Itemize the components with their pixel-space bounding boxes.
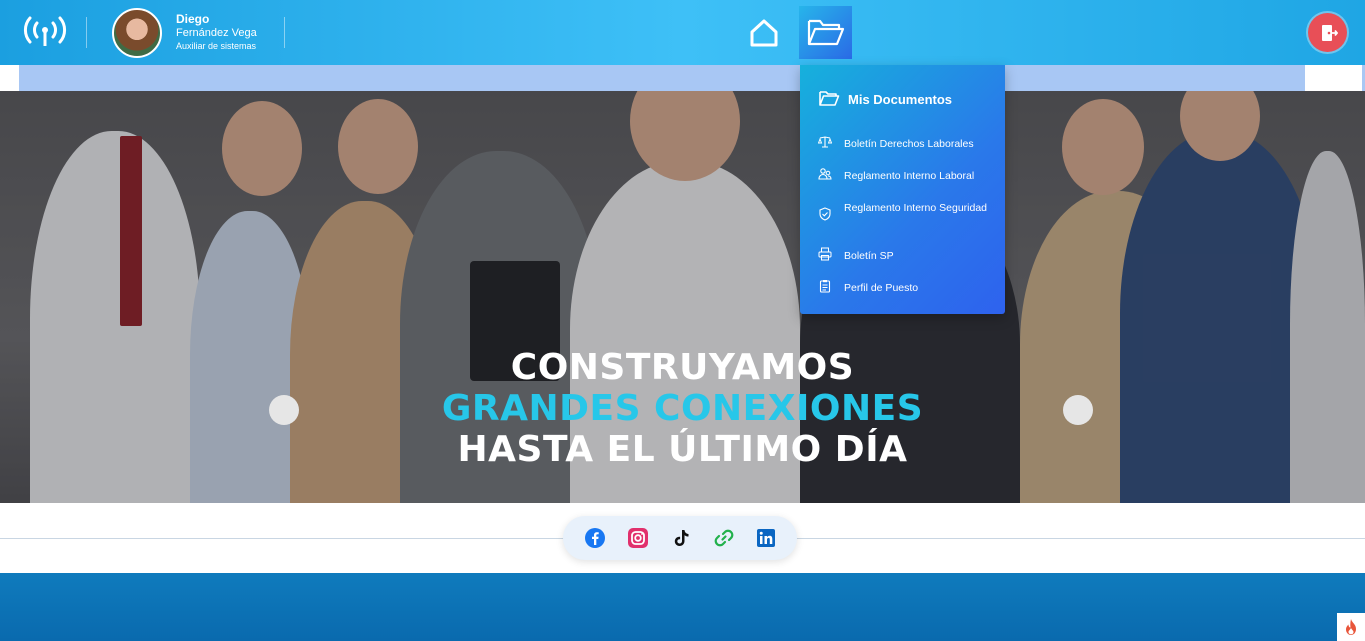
dropdown-item-perfil-de-puesto[interactable]: Perfil de Puesto	[818, 279, 998, 297]
folder-icon	[807, 19, 845, 46]
footer-band	[0, 573, 1365, 641]
antenna-icon[interactable]	[22, 14, 68, 48]
hero-line-2: GRANDES CONEXIONES	[441, 388, 924, 429]
user-first-name: Diego	[176, 12, 210, 26]
dropdown-item-label: Boletín Derechos Laborales	[844, 138, 974, 150]
dropdown-item-label: Reglamento Interno Seguridad	[844, 202, 988, 214]
printer-icon	[818, 247, 832, 261]
user-info: Diego Fernández Vega Auxiliar de sistema…	[176, 12, 257, 53]
dropdown-item-label: Perfil de Puesto	[844, 282, 919, 294]
hero-banner: CONSTRUYAMOS GRANDES CONEXIONES HASTA EL…	[0, 91, 1365, 503]
clipboard-icon	[819, 280, 831, 293]
facebook-icon[interactable]	[584, 527, 606, 549]
hero-headline: CONSTRUYAMOS GRANDES CONEXIONES HASTA EL…	[0, 347, 1365, 470]
dropdown-item-reglamento-interno-seguridad[interactable]: Reglamento Interno Seguridad	[818, 199, 998, 233]
linkedin-icon[interactable]	[755, 527, 777, 549]
dropdown-item-boletin-sp[interactable]: Boletín SP	[818, 247, 998, 265]
avatar[interactable]	[112, 8, 162, 58]
shield-icon	[819, 207, 831, 221]
home-icon[interactable]	[748, 18, 780, 48]
dropdown-title: Mis Documentos	[848, 92, 953, 107]
folder-icon	[819, 91, 840, 106]
user-last-name: Fernández Vega	[176, 27, 257, 39]
notification-badge[interactable]	[1337, 613, 1365, 641]
dropdown-item-label: Boletín SP	[844, 250, 894, 262]
carousel-next-dot[interactable]	[1063, 395, 1093, 425]
dropdown-item-reglamento-interno-laboral[interactable]: Reglamento Interno Laboral	[818, 167, 998, 185]
scale-icon	[818, 136, 832, 148]
documents-dropdown: Mis Documentos Boletín Derechos Laborale…	[800, 65, 1005, 314]
flame-icon	[1346, 619, 1356, 635]
divider	[284, 17, 285, 48]
instagram-icon[interactable]	[627, 527, 649, 549]
link-icon[interactable]	[713, 527, 735, 549]
documents-nav-button[interactable]	[799, 6, 852, 59]
logout-icon	[1322, 25, 1338, 41]
top-navbar: Diego Fernández Vega Auxiliar de sistema…	[0, 0, 1365, 65]
hero-line-1: CONSTRUYAMOS	[510, 347, 855, 388]
divider	[86, 17, 87, 48]
social-links	[563, 516, 797, 560]
subheader-strip	[19, 65, 1305, 91]
dropdown-item-label: Reglamento Interno Laboral	[844, 170, 975, 182]
dropdown-item-boletin-derechos-laborales[interactable]: Boletín Derechos Laborales	[818, 135, 998, 153]
hero-line-3: HASTA EL ÚLTIMO DÍA	[457, 429, 908, 470]
carousel-prev-dot[interactable]	[269, 395, 299, 425]
tiktok-icon[interactable]	[670, 527, 692, 549]
logout-button[interactable]	[1308, 13, 1347, 52]
people-icon	[818, 168, 832, 180]
user-role: Auxiliar de sistemas	[176, 41, 257, 51]
